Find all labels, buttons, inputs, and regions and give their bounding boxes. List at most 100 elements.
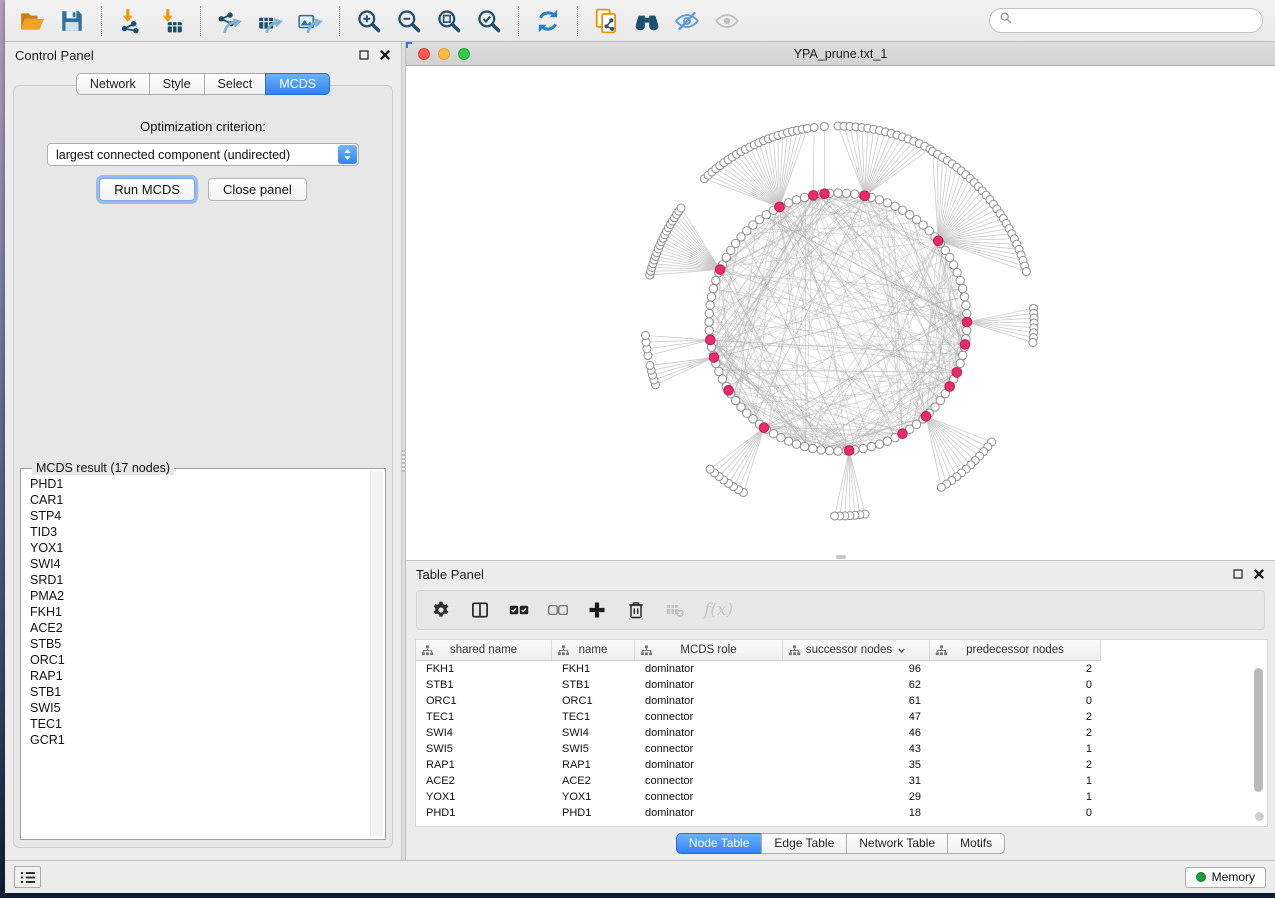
mcds-result-list[interactable]: PHD1CAR1STP4TID3YOX1SWI4SRD1PMA2FKH1ACE2… [23, 471, 368, 837]
table-cell: SWI5 [416, 741, 552, 757]
mcds-result-item[interactable]: SWI4 [30, 556, 368, 572]
tab-edge-table[interactable]: Edge Table [761, 833, 847, 854]
table-scrollbar[interactable] [1254, 668, 1263, 792]
network-window-titlebar[interactable]: YPA_prune.txt_1 [406, 42, 1275, 66]
table-cell: SWI4 [552, 725, 635, 741]
refresh-layout-icon[interactable] [533, 6, 563, 36]
close-table-panel-icon[interactable] [1253, 568, 1265, 580]
table-row[interactable]: ACE2ACE2connector311 [416, 773, 1267, 789]
table-cell: 1 [930, 773, 1101, 789]
table-row[interactable]: TEC1TEC1connector472 [416, 709, 1267, 725]
table-header-row[interactable]: shared namename MCDS role successor nodesp… [416, 640, 1267, 661]
column-header-predecessor-nodes[interactable]: predecessor nodes [930, 640, 1101, 661]
tab-motifs[interactable]: Motifs [947, 833, 1005, 854]
zoom-fit-icon[interactable] [434, 6, 464, 36]
mcds-result-item[interactable]: TEC1 [30, 716, 368, 732]
mcds-result-item[interactable]: FKH1 [30, 604, 368, 620]
network-graph[interactable] [406, 66, 1275, 560]
app-window: Control Panel NetworkStyleSelectMCDS Opt… [5, 0, 1275, 893]
save-session-icon[interactable] [57, 6, 87, 36]
table-row[interactable]: SWI4SWI4dominator462 [416, 725, 1267, 741]
table-row[interactable]: YOX1YOX1connector291 [416, 789, 1267, 805]
table-settings-icon[interactable] [431, 600, 451, 620]
create-column-icon[interactable] [587, 600, 607, 620]
delete-table-icon[interactable] [665, 600, 685, 620]
node-table[interactable]: shared namename MCDS role successor nodesp… [415, 639, 1268, 827]
mcds-result-item[interactable]: YOX1 [30, 540, 368, 556]
float-table-panel-icon[interactable] [1232, 568, 1244, 580]
mcds-result-item[interactable]: TID3 [30, 524, 368, 540]
column-label: MCDS role [680, 644, 736, 656]
mcds-result-item[interactable]: PMA2 [30, 588, 368, 604]
tab-mcds[interactable]: MCDS [265, 73, 330, 95]
mcds-result-item[interactable]: PHD1 [30, 476, 368, 492]
export-network-icon[interactable] [215, 6, 245, 36]
memory-button[interactable]: Memory [1185, 867, 1266, 888]
float-panel-icon[interactable] [358, 49, 370, 61]
mcds-result-item[interactable]: ORC1 [30, 652, 368, 668]
export-image-icon[interactable] [295, 6, 325, 36]
table-body[interactable]: FKH1FKH1dominator962STB1STB1dominator620… [416, 661, 1267, 821]
zoom-selected-icon[interactable] [474, 6, 504, 36]
table-row[interactable]: STB1STB1dominator620 [416, 677, 1267, 693]
mcds-result-item[interactable]: STB5 [30, 636, 368, 652]
open-file-icon[interactable] [17, 6, 47, 36]
criterion-dropdown[interactable]: largest connected component (undirected) [47, 143, 359, 166]
delete-columns-icon[interactable] [626, 600, 646, 620]
table-row[interactable]: FKH1FKH1dominator962 [416, 661, 1267, 677]
mcds-result-item[interactable]: STP4 [30, 508, 368, 524]
mcds-list-scrollbar[interactable] [370, 471, 383, 837]
column-header-name[interactable]: name [552, 640, 635, 661]
deselect-all-rows-icon[interactable] [548, 600, 568, 620]
network-canvas[interactable] [406, 66, 1275, 560]
table-scroll-knob[interactable] [1255, 812, 1264, 821]
tab-node-table[interactable]: Node Table [676, 833, 763, 854]
splitter-grip[interactable] [402, 450, 405, 472]
table-cell: connector [635, 741, 783, 757]
network-from-selection-icon[interactable] [592, 6, 622, 36]
table-cell: 96 [783, 661, 930, 677]
mcds-result-item[interactable]: RAP1 [30, 668, 368, 684]
search-box[interactable] [989, 8, 1263, 33]
mcds-result-item[interactable]: SWI5 [30, 700, 368, 716]
show-column-panel-icon[interactable] [470, 600, 490, 620]
mcds-result-item[interactable]: ACE2 [30, 620, 368, 636]
mcds-result-item[interactable]: CAR1 [30, 492, 368, 508]
toolbar-separator [518, 6, 519, 36]
import-network-icon[interactable] [116, 6, 146, 36]
export-table-icon[interactable] [255, 6, 285, 36]
tab-network[interactable]: Network [76, 73, 150, 95]
table-row[interactable]: PHD1PHD1dominator180 [416, 805, 1267, 821]
function-builder-icon[interactable]: f(x) [704, 600, 733, 620]
run-mcds-button[interactable]: Run MCDS [99, 178, 195, 201]
column-header-successor-nodes[interactable]: successor nodes [783, 640, 930, 661]
mcds-result-item[interactable]: STB1 [30, 684, 368, 700]
table-row[interactable]: RAP1RAP1dominator352 [416, 757, 1267, 773]
task-history-button[interactable] [14, 866, 41, 888]
tab-style[interactable]: Style [149, 73, 205, 95]
select-all-rows-icon[interactable] [509, 600, 529, 620]
mcds-result-item[interactable]: SRD1 [30, 572, 368, 588]
column-header-shared-name[interactable]: shared name [416, 640, 552, 661]
mcds-result-item[interactable]: GCR1 [30, 732, 368, 748]
import-table-icon[interactable] [156, 6, 186, 36]
column-header-MCDS-role[interactable]: MCDS role [635, 640, 783, 661]
table-row[interactable]: ORC1ORC1dominator610 [416, 693, 1267, 709]
zoom-out-icon[interactable] [394, 6, 424, 36]
search-input[interactable] [1019, 14, 1253, 28]
control-panel: Control Panel NetworkStyleSelectMCDS Opt… [5, 42, 401, 860]
show-all-icon[interactable] [712, 6, 742, 36]
first-neighbors-icon[interactable] [632, 6, 662, 36]
table-cell: dominator [635, 757, 783, 773]
table-splitter-grip[interactable] [836, 555, 846, 559]
memory-status-dot [1196, 872, 1206, 882]
hide-selected-icon[interactable] [672, 6, 702, 36]
close-panel-button[interactable]: Close panel [208, 178, 307, 201]
table-cell: connector [635, 789, 783, 805]
table-row[interactable]: SWI5SWI5connector431 [416, 741, 1267, 757]
table-cell: dominator [635, 661, 783, 677]
tab-network-table[interactable]: Network Table [846, 833, 948, 854]
tab-select[interactable]: Select [204, 73, 267, 95]
zoom-in-icon[interactable] [354, 6, 384, 36]
close-panel-icon[interactable] [379, 49, 391, 61]
